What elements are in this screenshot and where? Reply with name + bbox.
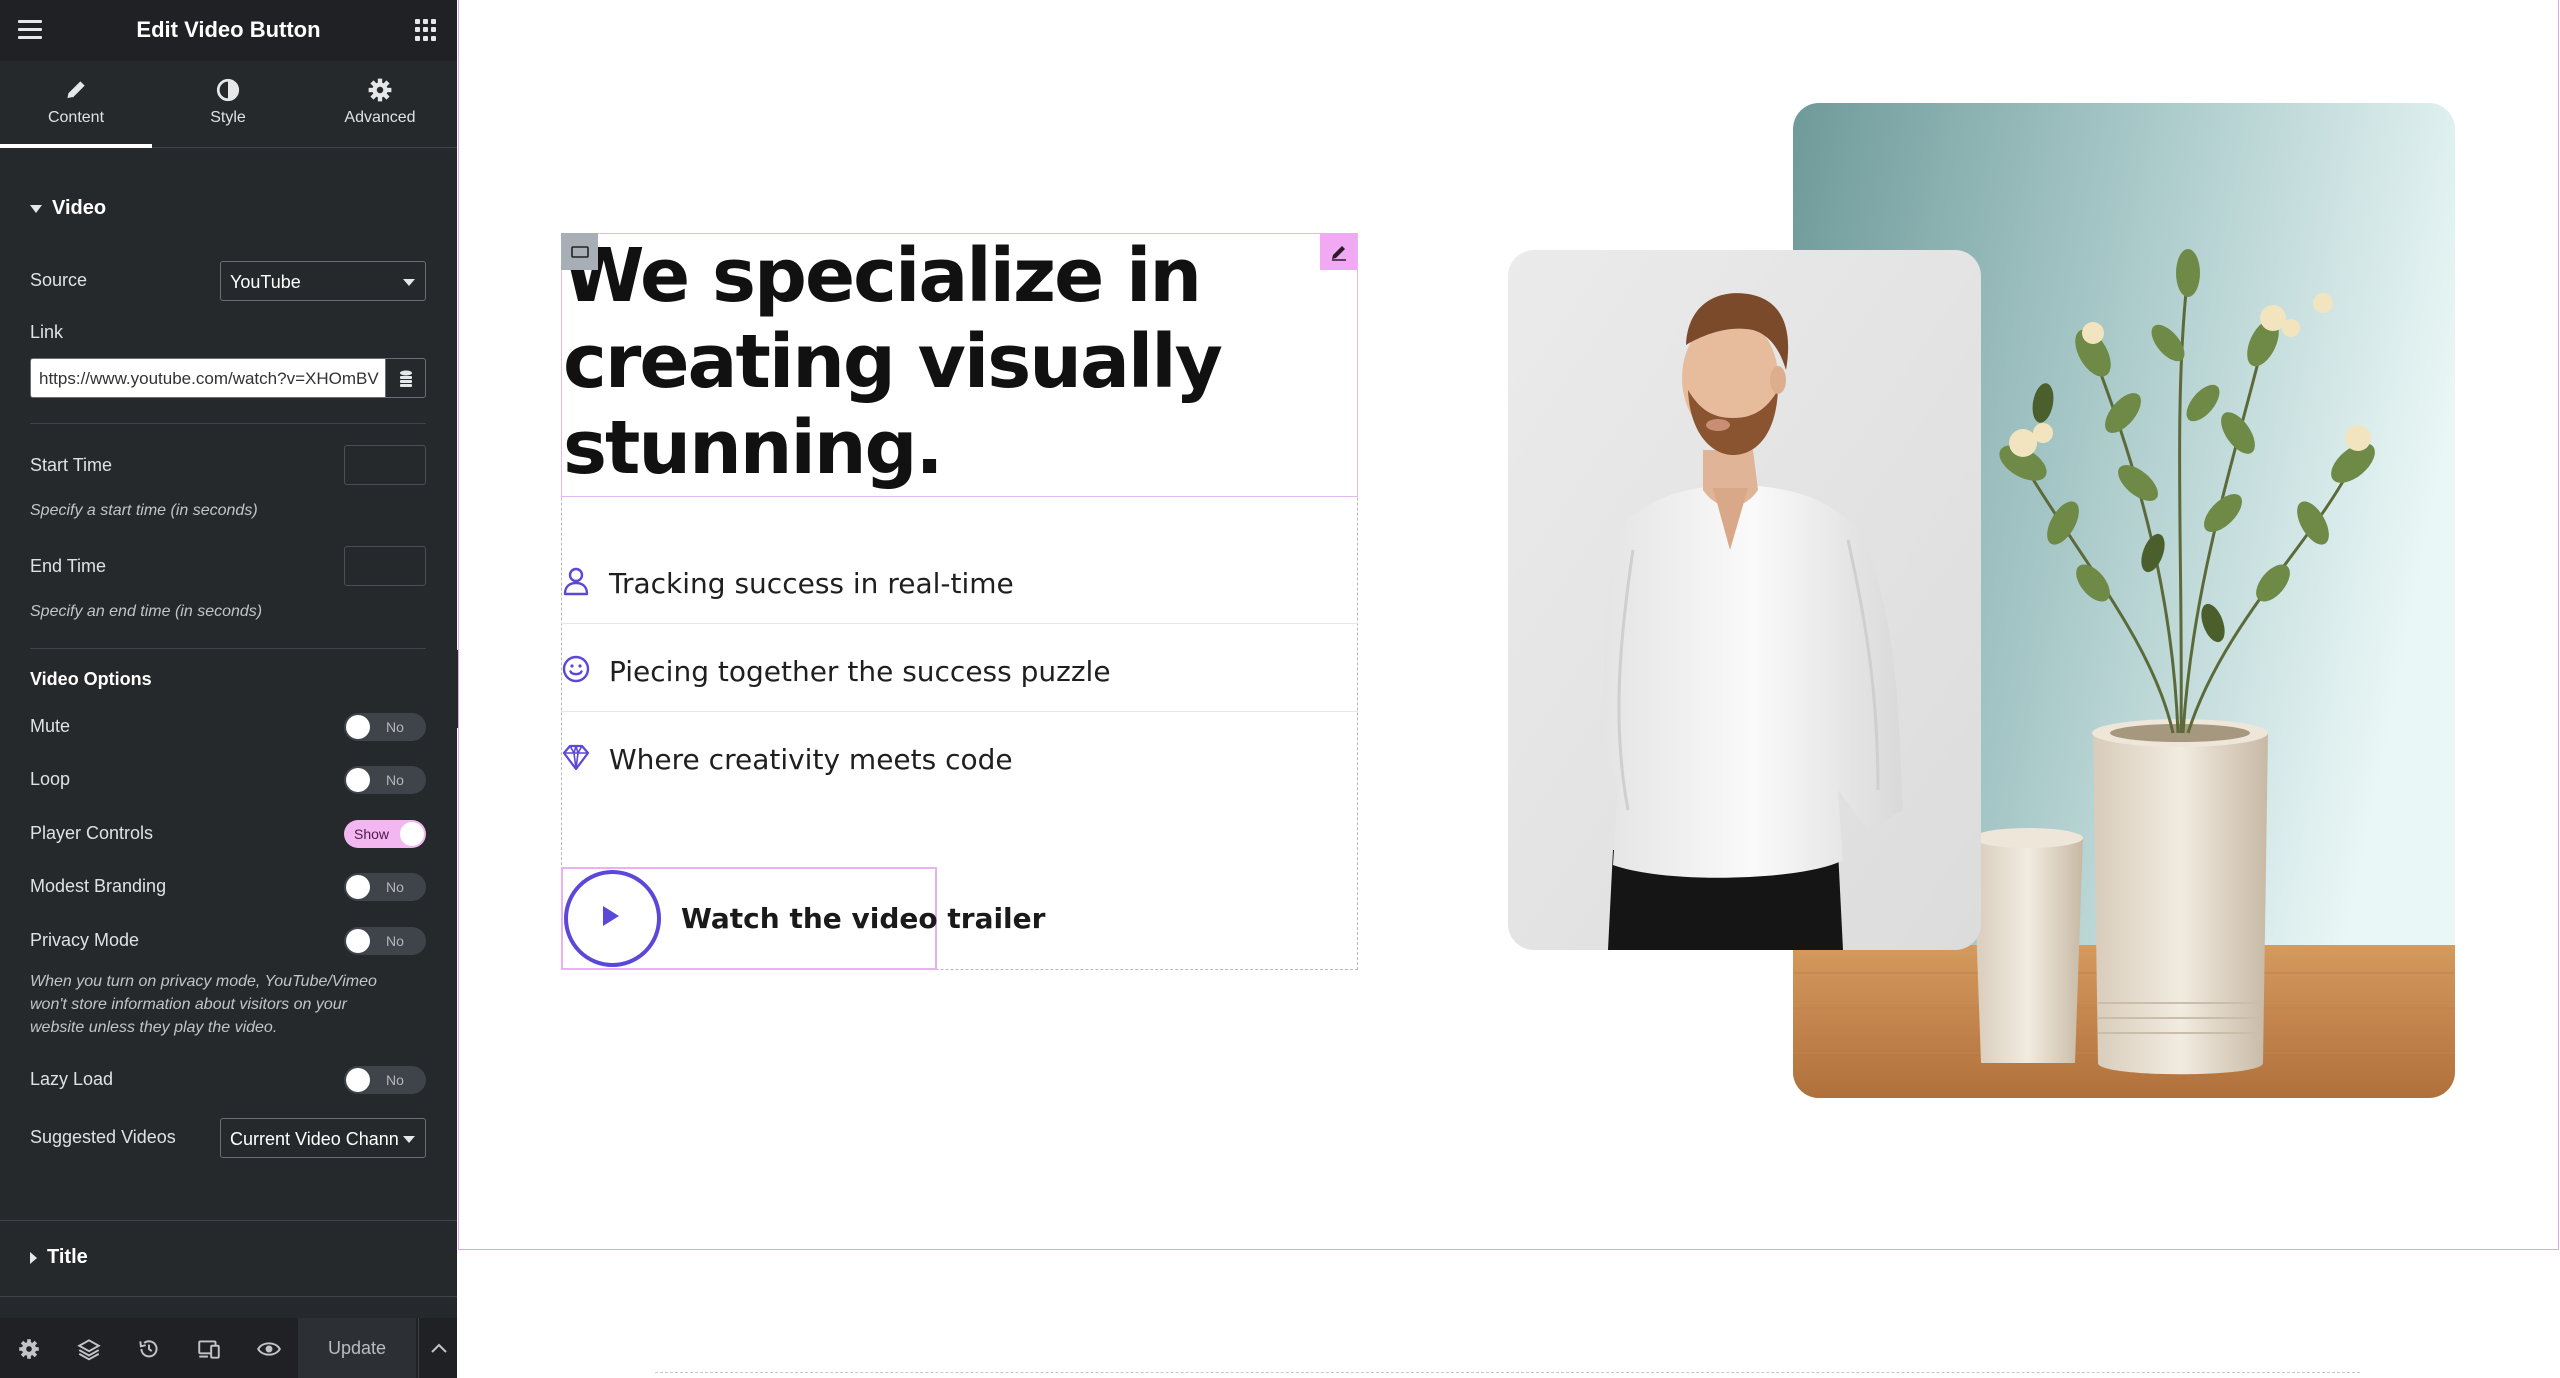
modest-branding-switch-text: No xyxy=(386,879,404,895)
feature-text: Piecing together the success puzzle xyxy=(609,655,1111,688)
man-photo-image xyxy=(1508,250,1981,950)
responsive-mode-icon[interactable] xyxy=(196,1336,222,1362)
privacy-mode-help: When you turn on privacy mode, YouTube/V… xyxy=(30,973,377,1036)
modest-branding-label: Modest Branding xyxy=(30,876,167,896)
play-icon xyxy=(603,906,619,926)
mute-switch[interactable]: No xyxy=(344,713,426,741)
tab-content-label: Content xyxy=(47,109,105,126)
loop-label: Loop xyxy=(30,769,71,789)
link-input[interactable]: https://www.youtube.com/watch?v=XHOmBV4j… xyxy=(30,358,385,398)
tab-content[interactable]: Content xyxy=(0,61,152,148)
widget-handle-icon xyxy=(571,246,589,258)
feature-item: Piecing together the success puzzle xyxy=(561,624,1358,712)
section-video-toggle[interactable]: Video xyxy=(30,197,106,220)
suggested-videos-select[interactable]: Current Video Channel xyxy=(220,1118,426,1158)
panel-tabs: Content Style Advanced xyxy=(0,61,457,148)
suggested-videos-value: Current Video Channel xyxy=(230,1129,398,1149)
dynamic-tags-button[interactable] xyxy=(385,358,426,398)
loop-switch-text: No xyxy=(386,772,404,788)
database-icon xyxy=(400,370,412,387)
modest-branding-switch[interactable]: No xyxy=(344,873,426,901)
start-time-input[interactable] xyxy=(344,445,426,485)
section-title-title: Title xyxy=(47,1246,88,1268)
page-canvas: We specialize in creating visually stunn… xyxy=(458,0,2560,1378)
source-select-value: YouTube xyxy=(230,272,301,292)
source-label: Source xyxy=(30,270,88,290)
smiley-icon xyxy=(562,655,590,683)
edit-widget-button[interactable] xyxy=(1320,233,1357,270)
diamond-icon xyxy=(562,744,590,771)
preview-eye-icon[interactable] xyxy=(256,1336,282,1362)
privacy-mode-switch[interactable]: No xyxy=(344,927,426,955)
start-time-help: Specify a start time (in seconds) xyxy=(30,502,258,519)
pencil-icon xyxy=(67,81,85,100)
update-button[interactable]: Update xyxy=(298,1318,416,1378)
gear-icon xyxy=(368,78,392,102)
chevron-down-icon xyxy=(403,279,415,286)
video-button-label: Watch the video trailer xyxy=(681,902,1046,935)
end-time-help: Specify an end time (in seconds) xyxy=(30,603,263,620)
video-button[interactable]: Watch the video trailer xyxy=(561,867,1045,970)
lazy-load-label: Lazy Load xyxy=(30,1069,114,1089)
save-options-button[interactable] xyxy=(418,1318,457,1378)
player-controls-switch-text: Show xyxy=(354,826,390,842)
feature-text: Tracking success in real-time xyxy=(609,567,1014,600)
tab-style-label: Style xyxy=(210,109,246,126)
feature-text: Where creativity meets code xyxy=(609,743,1013,776)
editor-panel: Edit Video Button Content Style Advanced… xyxy=(0,0,457,1378)
panel-title: Edit Video Button xyxy=(136,17,321,42)
hero-heading: We specialize in creating visually stunn… xyxy=(563,233,1223,491)
video-options-heading: Video Options xyxy=(30,669,152,689)
end-time-input[interactable] xyxy=(344,546,426,586)
settings-gear-icon[interactable] xyxy=(16,1336,42,1362)
feature-item: Tracking success in real-time xyxy=(561,536,1358,624)
chevron-down-icon xyxy=(403,1136,415,1143)
player-controls-switch[interactable]: Show xyxy=(344,820,426,848)
link-label: Link xyxy=(30,322,64,342)
user-icon xyxy=(563,567,589,596)
man-photo xyxy=(1508,250,1981,950)
layers-icon[interactable] xyxy=(76,1336,102,1362)
section-title-toggle[interactable]: Title xyxy=(30,1246,88,1269)
lazy-load-switch-text: No xyxy=(386,1072,404,1088)
section-divider xyxy=(0,1296,457,1297)
divider xyxy=(30,423,426,424)
panel-header: Edit Video Button xyxy=(0,0,457,61)
source-select[interactable]: YouTube xyxy=(220,261,426,301)
widget-handle[interactable] xyxy=(561,233,598,270)
feature-item: Where creativity meets code xyxy=(561,712,1358,800)
caret-right-icon xyxy=(30,1251,37,1264)
section-divider xyxy=(0,1220,457,1221)
mute-label: Mute xyxy=(30,716,71,736)
start-time-label: Start Time xyxy=(30,455,113,475)
chevron-up-icon xyxy=(431,1343,447,1353)
mute-switch-text: No xyxy=(386,719,404,735)
half-circle-icon xyxy=(216,78,240,102)
tab-advanced-label: Advanced xyxy=(344,109,416,126)
caret-down-icon xyxy=(30,204,42,213)
loop-switch[interactable]: No xyxy=(344,766,426,794)
divider xyxy=(30,648,426,649)
end-time-label: End Time xyxy=(30,556,107,576)
player-controls-label: Player Controls xyxy=(30,823,154,843)
suggested-videos-label: Suggested Videos xyxy=(30,1127,176,1147)
tab-advanced[interactable]: Advanced xyxy=(304,61,456,148)
tab-style[interactable]: Style xyxy=(152,61,304,148)
lazy-load-switch[interactable]: No xyxy=(344,1066,426,1094)
next-section-outline xyxy=(655,1372,2360,1378)
widgets-grid-icon[interactable] xyxy=(415,19,437,41)
pencil-icon xyxy=(1332,246,1346,261)
history-icon[interactable] xyxy=(136,1336,162,1362)
privacy-mode-label: Privacy Mode xyxy=(30,930,140,950)
panel-footer: Update xyxy=(0,1318,457,1378)
section-video-title: Video xyxy=(52,197,107,219)
link-input-value: https://www.youtube.com/watch?v=XHOmBV4j… xyxy=(39,369,379,388)
privacy-mode-switch-text: No xyxy=(386,933,404,949)
